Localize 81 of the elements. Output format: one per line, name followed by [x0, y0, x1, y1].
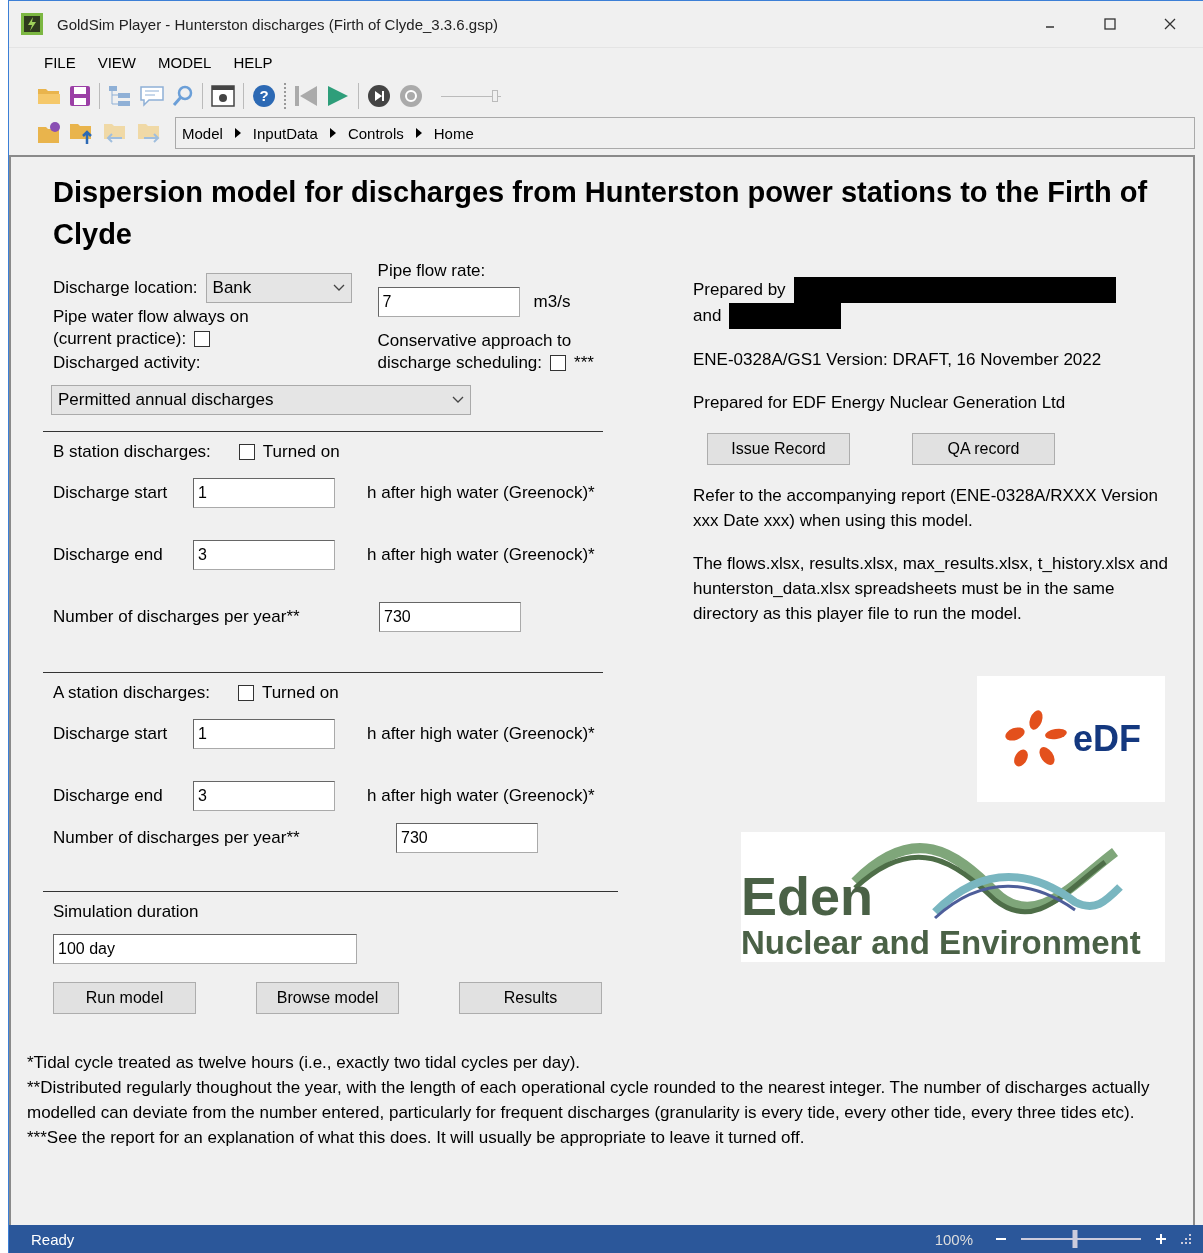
field-label: Number of discharges per year** [53, 828, 301, 848]
lightning-app-icon [21, 13, 43, 35]
status-text: Ready [31, 1230, 75, 1248]
field-label: Pipe flow rate: [377, 261, 487, 281]
section-label: A station discharges: [53, 683, 210, 703]
field-label: discharge scheduling: [377, 353, 543, 373]
activity-dropdown[interactable]: Permitted annual discharges [51, 385, 471, 415]
field-label: Simulation duration [53, 902, 200, 922]
help-icon[interactable]: ? [252, 84, 276, 108]
triangle-right-icon [415, 128, 422, 138]
field-label: (current practice): [53, 329, 187, 349]
hours-input[interactable]: 3 [193, 781, 335, 811]
resize-grip-icon[interactable] [1181, 1234, 1191, 1244]
window-title: GoldSim Player - Hunterston discharges (Firth of Clyde_3.3.6.gsp) [57, 15, 499, 33]
version-text: ENE-0328A/GS1 Version: DRAFT, 16 November 2022 [693, 349, 1103, 371]
hours-input[interactable]: 3 [193, 540, 335, 570]
info-paragraph: The flows.xlsx, results.xlsx, max_results.xlsx, t_history.xlsx and hunterston_data.xlsx spreadsheets must be in the same directory as this player file to run the model. [693, 553, 1169, 625]
edf-logo: eDF [977, 676, 1165, 802]
field-label: Pipe water flow always on [53, 307, 250, 327]
play-icon[interactable] [326, 85, 350, 107]
flow-rate-input[interactable]: 7 [377, 287, 520, 317]
field-label: Discharge start [53, 483, 169, 503]
zoom-level-text: 100% [934, 1230, 973, 1248]
footnote-mark: *** [574, 353, 594, 373]
menu-item[interactable]: FILE [44, 54, 76, 71]
menu-item[interactable]: VIEW [97, 54, 137, 71]
field-label: Number of discharges per year** [53, 607, 301, 627]
credit-text: Prepared by [693, 280, 786, 300]
unit-label: h after high water (Greenock)* [367, 786, 595, 806]
field-label: Discharged activity: [53, 353, 202, 373]
duration-input[interactable]: 100 day [53, 934, 357, 964]
field-label: Discharge location: [53, 278, 198, 298]
footnote-text: **Distributed regularly thoughout the year, with the length of each operational cycle rounded to the nearest integer. The number of discharges actually modelled can deviate from the number entered, particularly for frequent discharges (granularity is every tide, every other tide, every three tides etc). [27, 1077, 1151, 1124]
info-paragraph: Refer to the accompanying report (ENE-0328A/RXXX Version xxx Date xxx) when using this model. [693, 485, 1159, 532]
action-button[interactable]: Run model [53, 982, 196, 1014]
unit-label: h after high water (Greenock)* [367, 483, 595, 503]
record-button[interactable]: Issue Record [707, 433, 850, 465]
footnote-text: ***See the report for an explanation of what this does. It will usually be appropriate to leave it turned off. [27, 1127, 806, 1149]
action-button[interactable]: Browse model [256, 982, 399, 1014]
menu-item[interactable]: HELP [233, 54, 273, 71]
unit-label: m3/s [533, 292, 571, 312]
count-input[interactable]: 730 [379, 602, 521, 632]
menu-item[interactable]: MODEL [158, 54, 212, 71]
page-heading: Dispersion model for discharges from Hunterston power stations to the Firth of Clyde [53, 175, 1149, 252]
breadcrumb-item[interactable]: Controls [347, 124, 404, 142]
record-button[interactable]: QA record [912, 433, 1055, 465]
checkbox[interactable] [550, 355, 567, 371]
section-label: B station discharges: [53, 442, 211, 462]
step-icon[interactable] [367, 84, 391, 108]
plus-icon[interactable] [1155, 1233, 1167, 1245]
checkbox-label: Turned on [261, 683, 339, 703]
field-label: Conservative approach to [377, 331, 573, 351]
close-icon[interactable] [1164, 18, 1176, 30]
unit-label: h after high water (Greenock)* [367, 545, 595, 565]
checkbox-label: Turned on [262, 442, 340, 462]
footnote-text: *Tidal cycle treated as twelve hours (i.e., exactly two tidal cycles per day). [27, 1052, 582, 1074]
field-label: Discharge end [53, 545, 164, 565]
checkbox[interactable] [237, 685, 254, 701]
action-button[interactable]: Results [459, 982, 602, 1014]
maximize-icon[interactable] [1104, 18, 1116, 30]
unit-label: h after high water (Greenock)* [367, 724, 595, 744]
checkbox[interactable] [238, 444, 255, 460]
field-label: Discharge end [53, 786, 164, 806]
hours-input[interactable]: 1 [193, 478, 335, 508]
chevron-down-icon [452, 396, 464, 404]
count-input[interactable]: 730 [396, 823, 538, 853]
chevron-down-icon [332, 284, 345, 292]
field-label: Discharge start [53, 724, 169, 744]
breadcrumb-item[interactable]: Home [433, 124, 474, 142]
client-text: Prepared for EDF Energy Nuclear Generation Ltd [693, 392, 1067, 414]
folder-icon[interactable] [37, 122, 61, 144]
eden-logo: Eden Nuclear and Environment [741, 832, 1165, 962]
credit-text: and [693, 306, 722, 326]
breadcrumb-item[interactable]: InputData [252, 124, 318, 142]
checkbox[interactable] [194, 331, 211, 347]
hours-input[interactable]: 1 [193, 719, 335, 749]
location-dropdown[interactable]: Bank [205, 273, 352, 303]
triangle-right-icon [329, 128, 336, 138]
save-icon[interactable] [69, 85, 91, 107]
triangle-right-icon [234, 128, 241, 138]
breadcrumb-item[interactable]: Model [182, 124, 223, 142]
